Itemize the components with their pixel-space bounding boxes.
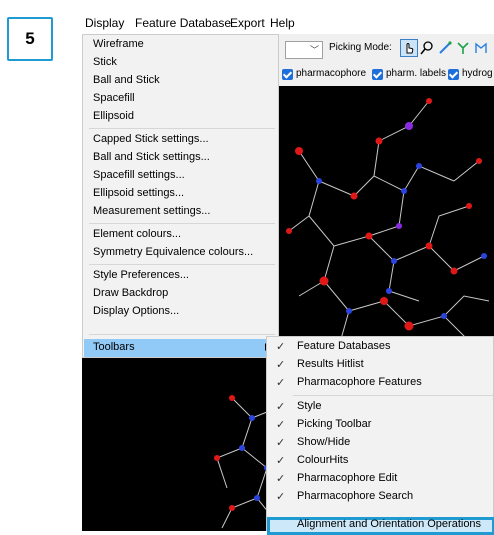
bond-select-icon[interactable] xyxy=(436,39,454,57)
menu-item-draw-backdrop[interactable]: Draw Backdrop xyxy=(93,287,168,299)
menu-item-stick[interactable]: Stick xyxy=(93,56,117,68)
menu-item-symmetry-equivalence-colours[interactable]: Symmetry Equivalence colours... xyxy=(93,246,253,258)
app-window: Display Feature Database Export Help ﹀ P… xyxy=(82,14,494,535)
step-number-badge: 5 xyxy=(7,17,53,61)
submenu-item-results-hitlist[interactable]: Results Hitlist xyxy=(297,358,364,370)
submenu-item-pharmacophore-features[interactable]: Pharmacophore Features xyxy=(297,376,422,388)
submenu-item-style[interactable]: Style xyxy=(297,400,321,412)
menu-item-capped-stick-settings[interactable]: Capped Stick settings... xyxy=(93,133,209,145)
hand-pointer-icon[interactable] xyxy=(400,39,418,57)
menu-item-ellipsoid[interactable]: Ellipsoid xyxy=(93,110,134,122)
menu-item-measurement-settings[interactable]: Measurement settings... xyxy=(93,205,210,217)
menu-item-ellipsoid-settings[interactable]: Ellipsoid settings... xyxy=(93,187,184,199)
menu-separator xyxy=(293,395,493,396)
menu-separator xyxy=(89,264,275,265)
menu-export[interactable]: Export xyxy=(230,16,265,30)
submenu-item-feature-databases[interactable]: Feature Databases xyxy=(297,340,391,352)
picking-mode-label: Picking Mode: xyxy=(329,42,392,53)
menu-item-spacefill-settings[interactable]: Spacefill settings... xyxy=(93,169,185,181)
style-combo[interactable]: ﹀ xyxy=(285,41,323,59)
menu-item-display-options[interactable]: Display Options... xyxy=(93,305,179,317)
display-toggle-toolbar: pharmacophore pharm. labels hydrog xyxy=(279,64,494,86)
menu-feature-database[interactable]: Feature Database xyxy=(135,16,231,30)
checkmark-icon: ✓ xyxy=(276,341,286,353)
hydrogens-toggle-label: hydrog xyxy=(462,68,493,79)
submenu-item-colourhits[interactable]: ColourHits xyxy=(297,454,348,466)
menu-display[interactable]: Display xyxy=(85,16,124,30)
chevron-down-icon: ﹀ xyxy=(309,45,319,55)
molecule-select-icon[interactable] xyxy=(472,39,490,57)
menu-item-ball-and-stick-settings[interactable]: Ball and Stick settings... xyxy=(93,151,210,163)
molecule-viewport-lower[interactable] xyxy=(82,358,282,531)
menu-item-element-colours[interactable]: Element colours... xyxy=(93,228,181,240)
submenu-item-alignment-label: Alignment and Orientation Operations xyxy=(297,518,482,530)
checkmark-icon: ✓ xyxy=(276,359,286,371)
checkmark-icon: ✓ xyxy=(276,437,286,449)
submenu-item-pharmacophore-search[interactable]: Pharmacophore Search xyxy=(297,490,413,502)
pharmacophore-checkbox[interactable] xyxy=(282,69,293,80)
checkmark-icon: ✓ xyxy=(276,419,286,431)
pharm-labels-checkbox[interactable] xyxy=(372,69,383,80)
submenu-item-pharmacophore-edit[interactable]: Pharmacophore Edit xyxy=(297,472,397,484)
checkmark-icon: ✓ xyxy=(276,473,286,485)
submenu-item-picking-toolbar[interactable]: Picking Toolbar xyxy=(297,418,371,430)
menu-item-ball-and-stick[interactable]: Ball and Stick xyxy=(93,74,160,86)
hydrogens-checkbox[interactable] xyxy=(448,69,459,80)
menu-bar: Display Feature Database Export Help xyxy=(82,14,494,34)
pharmacophore-toggle-label: pharmacophore xyxy=(296,68,367,79)
pharm-labels-toggle-label: pharm. labels xyxy=(386,68,447,79)
display-menu: Wireframe Stick Ball and Stick Spacefill… xyxy=(82,34,279,358)
menu-item-toolbars-label: Toolbars xyxy=(93,341,135,353)
menu-item-style-preferences[interactable]: Style Preferences... xyxy=(93,269,189,281)
menu-separator xyxy=(89,223,275,224)
lasso-icon[interactable] xyxy=(418,39,436,57)
checkmark-icon: ✓ xyxy=(276,491,286,503)
checkmark-icon: ✓ xyxy=(276,377,286,389)
molecule-viewport[interactable] xyxy=(279,86,494,356)
fragment-select-icon[interactable] xyxy=(454,39,472,57)
checkmark-icon: ✓ xyxy=(276,401,286,413)
checkmark-icon: ✓ xyxy=(276,455,286,467)
menu-separator xyxy=(89,334,275,335)
menu-item-wireframe[interactable]: Wireframe xyxy=(93,38,144,50)
submenu-item-show-hide[interactable]: Show/Hide xyxy=(297,436,350,448)
toolbars-submenu: ✓ Feature Databases ✓ Results Hitlist ✓ … xyxy=(266,336,494,535)
menu-item-spacefill[interactable]: Spacefill xyxy=(93,92,135,104)
menu-separator xyxy=(89,128,275,129)
picking-toolbar: ﹀ Picking Mode: xyxy=(279,34,494,64)
menu-help[interactable]: Help xyxy=(270,16,295,30)
